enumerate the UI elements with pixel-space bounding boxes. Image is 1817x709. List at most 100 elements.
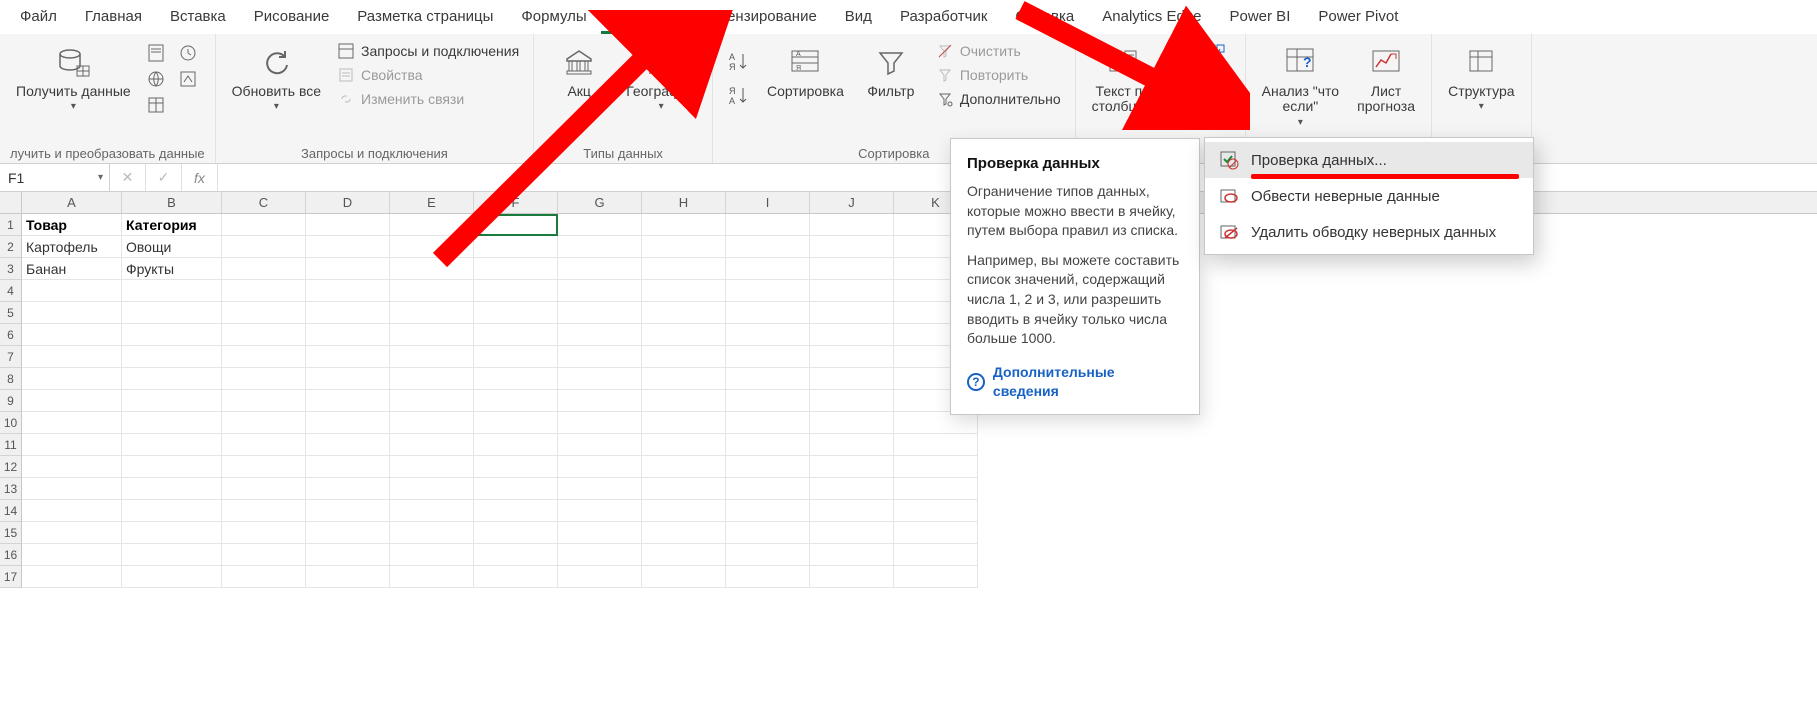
cell[interactable] <box>726 302 810 324</box>
cell[interactable] <box>222 500 306 522</box>
cell[interactable] <box>894 522 978 544</box>
cell[interactable] <box>306 566 390 588</box>
cell[interactable] <box>474 500 558 522</box>
cell[interactable] <box>558 324 642 346</box>
cell[interactable] <box>810 236 894 258</box>
tab-insert[interactable]: Вставка <box>156 0 240 34</box>
cell[interactable] <box>222 478 306 500</box>
cell[interactable] <box>642 544 726 566</box>
cell[interactable] <box>306 368 390 390</box>
cell[interactable] <box>222 280 306 302</box>
row-header[interactable]: 10 <box>0 412 22 434</box>
cell[interactable] <box>558 280 642 302</box>
cell[interactable] <box>390 390 474 412</box>
cell[interactable] <box>22 390 122 412</box>
from-table-button[interactable] <box>145 94 167 116</box>
cell[interactable] <box>306 390 390 412</box>
cell[interactable] <box>642 566 726 588</box>
cell[interactable] <box>726 214 810 236</box>
cell[interactable] <box>474 324 558 346</box>
cell[interactable] <box>22 544 122 566</box>
cell[interactable] <box>810 500 894 522</box>
cell[interactable] <box>642 346 726 368</box>
col-header-J[interactable]: J <box>810 192 894 213</box>
from-web-button[interactable] <box>145 68 167 90</box>
cell[interactable] <box>474 478 558 500</box>
sort-desc-button[interactable]: ЯА <box>725 82 753 110</box>
cell[interactable] <box>22 478 122 500</box>
data-validation-button[interactable] <box>1168 90 1190 112</box>
cell[interactable] <box>558 412 642 434</box>
cell[interactable] <box>558 544 642 566</box>
cell[interactable] <box>306 214 390 236</box>
cell[interactable] <box>810 478 894 500</box>
row-header[interactable]: 11 <box>0 434 22 456</box>
outline-button[interactable]: Структура ▾ <box>1442 38 1520 116</box>
cell[interactable] <box>22 280 122 302</box>
cell[interactable] <box>22 346 122 368</box>
cell[interactable] <box>306 434 390 456</box>
cell[interactable] <box>222 368 306 390</box>
cell[interactable] <box>810 434 894 456</box>
cell[interactable] <box>222 522 306 544</box>
cell[interactable] <box>306 236 390 258</box>
cell[interactable] <box>558 456 642 478</box>
tab-power-bi[interactable]: Power BI <box>1216 0 1305 34</box>
cell[interactable] <box>22 456 122 478</box>
cell[interactable] <box>222 346 306 368</box>
cell[interactable] <box>642 280 726 302</box>
cell[interactable] <box>390 258 474 280</box>
col-header-E[interactable]: E <box>390 192 474 213</box>
flash-fill-button[interactable] <box>1168 42 1190 64</box>
col-header-H[interactable]: H <box>642 192 726 213</box>
sort-button[interactable]: АЯ Сортировка <box>761 38 850 103</box>
cell[interactable] <box>222 412 306 434</box>
cell[interactable] <box>558 390 642 412</box>
cell[interactable] <box>122 302 222 324</box>
tab-data[interactable]: Данные <box>601 0 687 34</box>
what-if-button[interactable]: ? Анализ "что если" ▾ <box>1256 38 1345 132</box>
cell[interactable] <box>122 434 222 456</box>
tab-formulas[interactable]: Формулы <box>507 0 600 34</box>
col-header-G[interactable]: G <box>558 192 642 213</box>
cell[interactable] <box>642 456 726 478</box>
cell[interactable] <box>222 434 306 456</box>
cell[interactable] <box>390 236 474 258</box>
cell[interactable] <box>810 324 894 346</box>
cell[interactable] <box>810 456 894 478</box>
cell[interactable] <box>810 302 894 324</box>
cell[interactable] <box>390 522 474 544</box>
tab-developer[interactable]: Разработчик <box>886 0 1001 34</box>
cell[interactable] <box>22 566 122 588</box>
cell[interactable] <box>642 368 726 390</box>
cell[interactable] <box>726 280 810 302</box>
tab-power-pivot[interactable]: Power Pivot <box>1304 0 1412 34</box>
row-header[interactable]: 4 <box>0 280 22 302</box>
cell[interactable] <box>642 302 726 324</box>
menu-item-circle-invalid[interactable]: Обвести неверные данные <box>1205 178 1533 214</box>
cell[interactable] <box>222 236 306 258</box>
col-header-B[interactable]: B <box>122 192 222 213</box>
cell[interactable] <box>222 214 306 236</box>
cell[interactable] <box>474 434 558 456</box>
cell[interactable] <box>474 412 558 434</box>
cell[interactable] <box>474 258 558 280</box>
col-header-A[interactable]: A <box>22 192 122 213</box>
cell[interactable] <box>22 368 122 390</box>
cell[interactable] <box>306 258 390 280</box>
cell[interactable] <box>122 280 222 302</box>
cell[interactable] <box>894 412 978 434</box>
cell[interactable] <box>642 390 726 412</box>
cell[interactable] <box>558 522 642 544</box>
name-box[interactable]: F1 ▾ <box>0 164 110 191</box>
cell[interactable] <box>390 456 474 478</box>
cell[interactable] <box>306 456 390 478</box>
data-validation-dropdown[interactable]: ▾ <box>1190 96 1195 107</box>
cell[interactable] <box>810 346 894 368</box>
cell[interactable] <box>22 324 122 346</box>
cell[interactable] <box>810 368 894 390</box>
cell[interactable] <box>306 346 390 368</box>
cell[interactable] <box>894 456 978 478</box>
cell[interactable] <box>894 478 978 500</box>
row-header[interactable]: 5 <box>0 302 22 324</box>
